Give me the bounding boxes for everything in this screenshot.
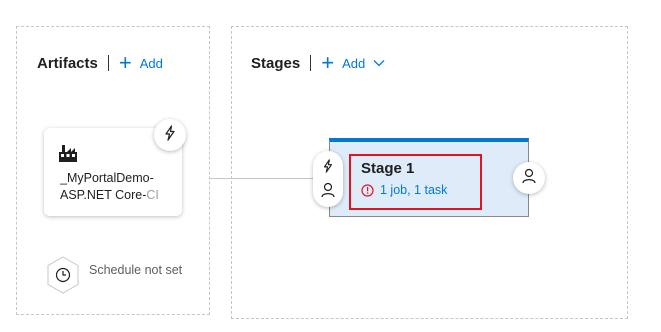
clock-icon (47, 256, 79, 294)
post-deployment-conditions-button[interactable] (513, 162, 545, 194)
stage-status-text: 1 job, 1 task (380, 183, 448, 197)
warning-circle-icon (361, 183, 374, 197)
artifacts-title: Artifacts (37, 54, 98, 72)
header-divider (107, 55, 109, 71)
add-artifact-label: Add (139, 55, 163, 71)
header-divider (310, 55, 312, 71)
stages-header: Stages + Add (251, 51, 385, 75)
add-stage-button[interactable]: + Add (321, 52, 385, 74)
schedule-button[interactable] (47, 256, 79, 299)
artifact-name: _MyPortalDemo- ASP.NET Core-CI (60, 170, 180, 204)
add-stage-label: Add (342, 55, 366, 71)
person-icon (522, 168, 536, 189)
artifact-name-line2: ASP.NET Core-CI (60, 187, 180, 204)
pre-deployment-conditions[interactable] (313, 151, 343, 207)
continuous-deployment-trigger-button[interactable] (154, 119, 186, 151)
plus-icon: + (321, 50, 335, 75)
stage-tasks-link[interactable]: 1 job, 1 task (361, 183, 447, 197)
lightning-icon (321, 159, 335, 178)
build-icon (58, 144, 78, 169)
plus-icon: + (118, 50, 132, 75)
artifact-name-line1: _MyPortalDemo- (60, 171, 154, 185)
schedule-label[interactable]: Schedule not set (89, 263, 189, 277)
stages-title: Stages (251, 54, 301, 72)
artifact-name-line2-faded: CI (146, 188, 159, 202)
artifact-name-line2-main: ASP.NET Core- (60, 188, 147, 202)
artifacts-header: Artifacts + Add (37, 51, 163, 75)
add-artifact-button[interactable]: + Add (119, 52, 163, 74)
person-icon (321, 182, 335, 203)
chevron-down-icon[interactable] (373, 59, 385, 67)
stage-name[interactable]: Stage 1 (361, 160, 414, 177)
lightning-icon (162, 124, 178, 146)
